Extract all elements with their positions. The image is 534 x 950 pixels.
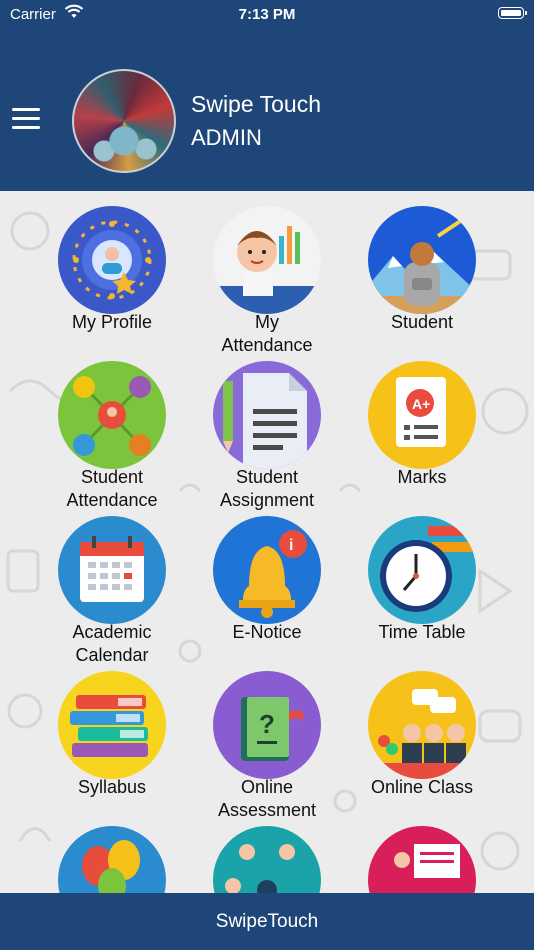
profile-header: Swipe Touch ADMIN — [0, 28, 534, 191]
books-stack-icon — [58, 671, 166, 779]
status-bar: Carrier 7:13 PM — [0, 0, 534, 28]
online-class-people-icon — [368, 671, 476, 779]
user-role: ADMIN — [191, 125, 262, 150]
tile-label: My Attendance — [221, 312, 313, 355]
teacher-board-icon — [368, 826, 476, 893]
tile-balloons[interactable] — [34, 826, 190, 893]
tile-student-attendance[interactable]: Student Attendance — [34, 361, 190, 512]
tile-label: Syllabus — [77, 777, 147, 797]
tile-online-class[interactable]: Online Class — [344, 671, 500, 799]
tile-report[interactable] — [344, 826, 500, 893]
tile-student-assignment[interactable]: Student Assignment — [189, 361, 345, 512]
tile-label: Student Assignment — [219, 467, 315, 510]
footer-bar: SwipeTouch — [0, 893, 534, 950]
hamburger-menu-icon[interactable] — [12, 106, 42, 132]
presenter-icon — [213, 206, 321, 314]
student-backpack-icon — [368, 206, 476, 314]
tile-label: E-Notice — [232, 622, 302, 642]
user-name: Swipe Touch — [191, 91, 321, 117]
grade-report-icon: A+ — [368, 361, 476, 469]
document-pencil-icon — [213, 361, 321, 469]
avatar[interactable] — [72, 69, 176, 173]
tile-student[interactable]: Student — [344, 206, 500, 334]
clock-icon — [368, 516, 476, 624]
bell-icon: i — [213, 516, 321, 624]
tile-label: Online Class — [370, 777, 474, 797]
svg-text:?: ? — [259, 709, 275, 739]
dashboard-grid: My Profile My Attendance Student Student… — [0, 191, 534, 893]
tile-time-table[interactable]: Time Table — [344, 516, 500, 644]
network-users-icon — [58, 361, 166, 469]
clock: 7:13 PM — [238, 6, 296, 23]
profile-gear-icon — [58, 206, 166, 314]
tile-label: Time Table — [378, 622, 466, 642]
tile-online-assessment[interactable]: ? Online Assessment — [189, 671, 345, 822]
tile-network[interactable] — [189, 826, 345, 893]
tile-academic-calendar[interactable]: Academic Calendar — [34, 516, 190, 667]
team-network-icon — [213, 826, 321, 893]
tile-syllabus[interactable]: Syllabus — [34, 671, 190, 799]
tile-label: Student — [390, 312, 454, 332]
balloons-icon — [58, 826, 166, 893]
calendar-icon — [58, 516, 166, 624]
tile-label: My Profile — [71, 312, 152, 332]
svg-text:i: i — [289, 537, 293, 554]
battery-icon — [498, 7, 527, 19]
tile-label: Student Attendance — [66, 467, 158, 510]
svg-text:A+: A+ — [412, 396, 430, 412]
tile-my-attendance[interactable]: My Attendance — [189, 206, 345, 357]
question-book-icon: ? — [213, 671, 321, 779]
tile-my-profile[interactable]: My Profile — [34, 206, 190, 334]
tile-label: Online Assessment — [217, 777, 317, 820]
tile-marks[interactable]: A+ Marks — [344, 361, 500, 489]
tile-e-notice[interactable]: i E-Notice — [189, 516, 345, 644]
tile-label: Academic Calendar — [72, 622, 152, 665]
tile-label: Marks — [397, 467, 447, 487]
